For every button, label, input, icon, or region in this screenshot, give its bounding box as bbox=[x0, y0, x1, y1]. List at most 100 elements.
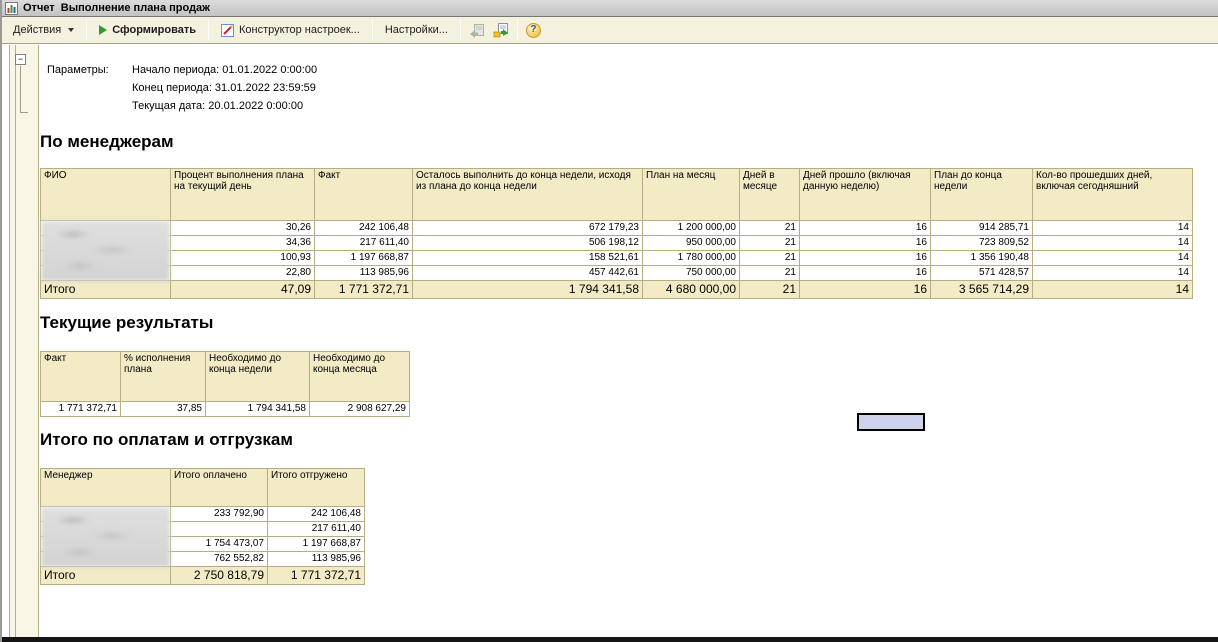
data-cell[interactable]: 672 179,23 bbox=[413, 221, 643, 236]
column-header[interactable]: Дней прошло (включая данную неделю) bbox=[800, 169, 931, 221]
managers-header-row: ФИО Процент выполнения плана на текущий … bbox=[41, 169, 1193, 221]
column-header[interactable]: Процент выполнения плана на текущий день bbox=[171, 169, 315, 221]
data-cell[interactable]: 950 000,00 bbox=[643, 236, 740, 251]
total-cell[interactable]: 2 750 818,79 bbox=[171, 567, 268, 585]
total-label-cell[interactable]: Итого bbox=[41, 567, 171, 585]
column-header[interactable]: Факт bbox=[315, 169, 413, 221]
settings-constructor-button[interactable]: Конструктор настроек... bbox=[214, 21, 367, 40]
toolbar-separator bbox=[517, 20, 518, 40]
settings-button[interactable]: Настройки... bbox=[378, 21, 455, 39]
redacted-name-cell[interactable] bbox=[41, 537, 171, 552]
total-cell[interactable]: 4 680 000,00 bbox=[643, 281, 740, 299]
selected-cell[interactable] bbox=[857, 413, 925, 431]
parameter-line: Текущая дата: 20.01.2022 0:00:00 bbox=[132, 97, 317, 115]
toolbar-separator bbox=[208, 20, 209, 40]
data-cell[interactable]: 34,36 bbox=[171, 236, 315, 251]
data-cell[interactable]: 113 985,96 bbox=[268, 552, 365, 567]
column-header[interactable]: План на месяц bbox=[643, 169, 740, 221]
payments-total-row: Итого 2 750 818,79 1 771 372,71 bbox=[41, 567, 365, 585]
data-cell[interactable]: 914 285,71 bbox=[931, 221, 1033, 236]
generate-button[interactable]: Сформировать bbox=[92, 21, 203, 39]
help-button[interactable]: ? bbox=[523, 21, 544, 40]
settings-label: Настройки... bbox=[385, 24, 448, 36]
total-cell[interactable]: 1 771 372,71 bbox=[268, 567, 365, 585]
data-cell[interactable]: 242 106,48 bbox=[315, 221, 413, 236]
chevron-down-icon bbox=[68, 28, 74, 32]
redacted-name-cell[interactable] bbox=[41, 236, 171, 251]
data-cell[interactable]: 14 bbox=[1033, 236, 1193, 251]
current-results-section-title: Текущие результаты bbox=[40, 312, 1218, 333]
data-cell[interactable]: 762 552,82 bbox=[171, 552, 268, 567]
column-header[interactable]: Итого оплачено bbox=[171, 469, 268, 507]
data-cell[interactable]: 1 356 190,48 bbox=[931, 251, 1033, 266]
redacted-name-cell[interactable] bbox=[41, 552, 171, 567]
data-cell[interactable]: 30,26 bbox=[171, 221, 315, 236]
total-label-cell[interactable]: Итого bbox=[41, 281, 171, 299]
data-cell[interactable]: 1 794 341,58 bbox=[206, 402, 310, 417]
column-header[interactable]: Менеджер bbox=[41, 469, 171, 507]
column-header[interactable]: Итого отгружено bbox=[268, 469, 365, 507]
redacted-name-cell[interactable] bbox=[41, 522, 171, 537]
data-cell[interactable]: 14 bbox=[1033, 221, 1193, 236]
data-cell[interactable]: 1 197 668,87 bbox=[268, 537, 365, 552]
data-cell[interactable]: 217 611,40 bbox=[315, 236, 413, 251]
column-header[interactable]: Кол-во прошедших дней, включая сегодняшн… bbox=[1033, 169, 1193, 221]
data-cell[interactable]: 233 792,90 bbox=[171, 507, 268, 522]
report-area: − Параметры: Начало периода: 01.01.2022 … bbox=[2, 45, 1218, 637]
redacted-name-cell[interactable] bbox=[41, 507, 171, 522]
column-header[interactable]: Дней в месяце bbox=[740, 169, 800, 221]
data-cell[interactable]: 22,80 bbox=[171, 266, 315, 281]
column-header[interactable]: Необходимо до конца недели bbox=[206, 352, 310, 402]
data-cell[interactable]: 16 bbox=[800, 251, 931, 266]
data-cell[interactable]: 14 bbox=[1033, 251, 1193, 266]
total-cell[interactable]: 14 bbox=[1033, 281, 1193, 299]
data-cell[interactable]: 571 428,57 bbox=[931, 266, 1033, 281]
data-cell[interactable]: 21 bbox=[740, 236, 800, 251]
data-cell[interactable]: 1 771 372,71 bbox=[41, 402, 121, 417]
total-cell[interactable]: 1 771 372,71 bbox=[315, 281, 413, 299]
total-cell[interactable]: 1 794 341,58 bbox=[413, 281, 643, 299]
column-header[interactable]: Осталось выполнить до конца недели, исхо… bbox=[413, 169, 643, 221]
data-cell[interactable]: 457 442,61 bbox=[413, 266, 643, 281]
total-cell[interactable]: 21 bbox=[740, 281, 800, 299]
actions-button[interactable]: Действия bbox=[6, 21, 81, 39]
data-cell[interactable]: 217 611,40 bbox=[268, 522, 365, 537]
data-cell[interactable]: 158 521,61 bbox=[413, 251, 643, 266]
data-cell[interactable]: 21 bbox=[740, 251, 800, 266]
total-cell[interactable]: 47,09 bbox=[171, 281, 315, 299]
collapse-group-button[interactable]: − bbox=[15, 54, 26, 65]
redacted-name-cell[interactable] bbox=[41, 221, 171, 236]
column-header[interactable]: ФИО bbox=[41, 169, 171, 221]
total-cell[interactable]: 3 565 714,29 bbox=[931, 281, 1033, 299]
payments-table: Менеджер Итого оплачено Итого отгружено … bbox=[40, 468, 365, 585]
column-header[interactable]: Факт bbox=[41, 352, 121, 402]
data-cell[interactable]: 1 754 473,07 bbox=[171, 537, 268, 552]
data-cell[interactable]: 21 bbox=[740, 266, 800, 281]
managers-table: ФИО Процент выполнения плана на текущий … bbox=[40, 168, 1193, 299]
column-header[interactable]: План до конца недели bbox=[931, 169, 1033, 221]
data-cell[interactable]: 750 000,00 bbox=[643, 266, 740, 281]
data-cell[interactable]: 113 985,96 bbox=[315, 266, 413, 281]
data-cell[interactable]: 1 197 668,87 bbox=[315, 251, 413, 266]
data-cell[interactable]: 16 bbox=[800, 236, 931, 251]
data-cell[interactable]: 723 809,52 bbox=[931, 236, 1033, 251]
data-cell[interactable]: 1 200 000,00 bbox=[643, 221, 740, 236]
data-cell[interactable]: 16 bbox=[800, 221, 931, 236]
data-cell[interactable]: 37,85 bbox=[121, 402, 206, 417]
column-header[interactable]: % исполнения плана bbox=[121, 352, 206, 402]
redacted-name-cell[interactable] bbox=[41, 266, 171, 281]
save-settings-button[interactable] bbox=[466, 21, 488, 40]
load-settings-button[interactable] bbox=[490, 21, 512, 40]
data-cell[interactable]: 14 bbox=[1033, 266, 1193, 281]
data-cell[interactable]: 1 780 000,00 bbox=[643, 251, 740, 266]
data-cell[interactable]: 21 bbox=[740, 221, 800, 236]
data-cell[interactable]: 16 bbox=[800, 266, 931, 281]
data-cell[interactable]: 100,93 bbox=[171, 251, 315, 266]
data-cell[interactable]: 2 908 627,29 bbox=[310, 402, 410, 417]
data-cell[interactable]: 242 106,48 bbox=[268, 507, 365, 522]
redacted-name-cell[interactable] bbox=[41, 251, 171, 266]
data-cell[interactable] bbox=[171, 522, 268, 537]
column-header[interactable]: Необходимо до конца месяца bbox=[310, 352, 410, 402]
total-cell[interactable]: 16 bbox=[800, 281, 931, 299]
data-cell[interactable]: 506 198,12 bbox=[413, 236, 643, 251]
